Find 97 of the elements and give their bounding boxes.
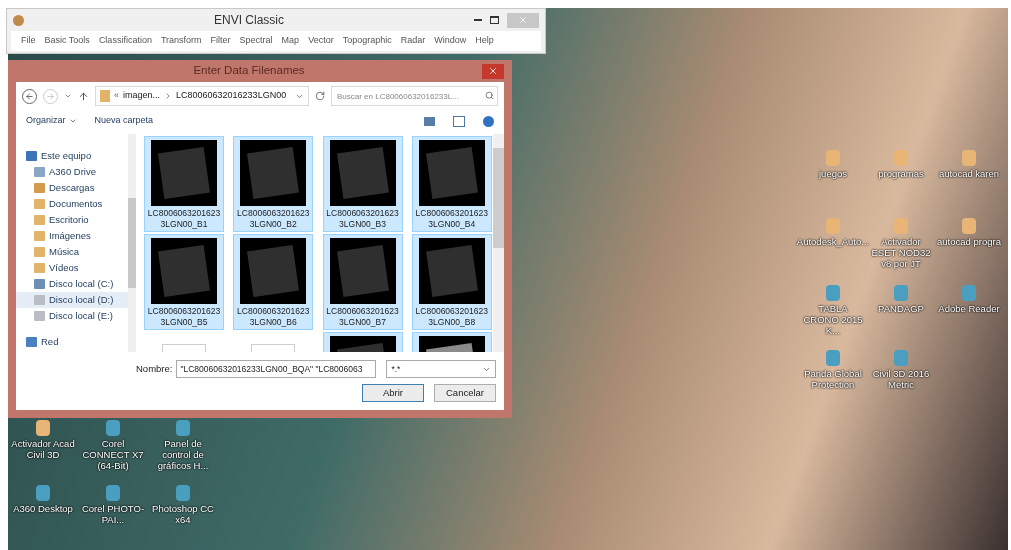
image-thumbnail — [329, 238, 396, 304]
file-tile[interactable]: LC8006063201623 3LGN00_B2 — [233, 136, 314, 232]
new-folder-button[interactable]: Nueva carpeta — [94, 114, 154, 128]
file-name: LC8006063201623 3LGN00_B1 — [146, 208, 222, 230]
file-name: LC8006063201623 3LGN00_B3 — [325, 208, 400, 230]
app-icon[interactable] — [894, 285, 908, 301]
file-tile[interactable]: LC8006063201623 3LGN00_B8 — [411, 234, 492, 330]
app-icon[interactable] — [826, 350, 840, 366]
file-tile[interactable]: LC8006063201623 3LGN00_B7 — [322, 234, 403, 330]
search-field[interactable]: Buscar en LC80060632016233L... — [331, 86, 498, 106]
image-thumbnail — [329, 140, 396, 206]
desktop-icon-label[interactable]: Panel de control de gráficos H... — [150, 438, 216, 471]
overflow-chevron[interactable]: « — [114, 89, 119, 103]
desktop-icon-label[interactable]: Activador Acad Civil 3D — [10, 438, 76, 460]
file-type-dropdown[interactable]: *.* — [386, 360, 496, 378]
file-name: LC8006063201623 3LGN00_B2 — [236, 208, 311, 230]
file-tile[interactable]: LC8006063201623 3LGN00_B3 — [322, 136, 403, 232]
desktop-icon-label[interactable]: Corel PHOTO-PAI... — [80, 503, 146, 525]
refresh-icon[interactable] — [315, 91, 325, 101]
sidebar-item[interactable]: Este equipo — [41, 148, 92, 164]
sidebar-item[interactable]: Disco local (C:) — [49, 276, 114, 292]
sidebar-item[interactable]: Música — [49, 244, 80, 260]
menu-item[interactable]: Topographic — [342, 34, 392, 48]
minimize-button[interactable] — [474, 19, 482, 21]
address-bar[interactable]: « imagen... LC80060632016233LGN00 — [95, 86, 309, 106]
app-icon[interactable] — [176, 420, 190, 436]
caret-icon — [68, 117, 77, 125]
menu-item[interactable]: Vector — [308, 34, 334, 48]
desktop-icon-label[interactable]: Adobe Reader — [938, 303, 1000, 314]
maximize-button[interactable] — [490, 16, 499, 24]
desktop-icon-label[interactable]: Photoshop CC x64 — [150, 503, 216, 525]
image-thumbnail — [240, 140, 307, 206]
menu-item[interactable]: Classification — [98, 34, 152, 48]
close-icon — [488, 66, 498, 76]
image-thumbnail — [151, 140, 217, 206]
file-name: LC8006063201623 3LGN00_B5 — [146, 306, 222, 328]
app-logo-icon — [13, 14, 24, 26]
image-thumbnail — [418, 238, 485, 304]
dialog-title: Enter Data Filenames — [192, 63, 306, 79]
sidebar-item[interactable]: Descargas — [49, 180, 95, 196]
file-name: LC8006063201623 3LGN00_B8 — [414, 306, 489, 328]
search-icon — [485, 91, 494, 100]
file-name: LC8006063201623 3LGN00_B4 — [414, 208, 489, 230]
file-name: LC8006063201623 3LGN00_B6 — [236, 306, 311, 328]
help-icon[interactable] — [483, 115, 494, 127]
desktop-icon-label[interactable]: autocad progra — [937, 236, 1001, 247]
preview-pane-icon[interactable] — [453, 115, 465, 127]
organize-menu[interactable]: Organizar — [26, 114, 77, 128]
app-icon[interactable] — [106, 420, 120, 436]
desktop-icon-label[interactable]: Corel CONNECT X7 (64-Bit) — [80, 438, 146, 471]
sidebar-item[interactable]: Vídeos — [49, 260, 79, 276]
file-name: LC8006063201623 3LGN00_B7 — [325, 306, 400, 328]
window-title: ENVI Classic — [213, 12, 285, 29]
close-icon — [518, 15, 528, 25]
menu-item[interactable]: Map — [281, 34, 300, 48]
menu-item[interactable]: Radar — [400, 34, 426, 48]
image-thumbnail — [240, 238, 307, 304]
sidebar-item[interactable]: Red — [41, 334, 59, 350]
sidebar-item[interactable]: Escritorio — [49, 212, 89, 228]
menu-item[interactable]: Help — [475, 34, 494, 48]
app-icon[interactable] — [176, 485, 190, 501]
desktop-icon-label[interactable]: A360 Desktop — [13, 503, 73, 514]
menu-item[interactable]: Filter — [210, 34, 231, 48]
scrollbar[interactable] — [128, 134, 136, 352]
close-button[interactable] — [482, 63, 504, 79]
sidebar-item[interactable]: Documentos — [49, 196, 103, 212]
breadcrumb[interactable]: imagen... — [123, 89, 161, 103]
left-arrow-icon — [25, 91, 34, 101]
caret-icon[interactable] — [64, 92, 72, 100]
open-button[interactable]: Abrir — [362, 384, 424, 402]
menu-item[interactable]: File — [21, 34, 36, 48]
file-tile[interactable]: LC8006063201623 3LGN00_B5 — [144, 234, 224, 330]
app-icon[interactable] — [36, 485, 50, 501]
right-arrow-icon — [46, 91, 55, 101]
view-icon[interactable] — [424, 116, 435, 126]
file-tile[interactable]: LC8006063201623 3LGN00_B1 — [144, 136, 224, 232]
cancel-button[interactable]: Cancelar — [434, 384, 496, 402]
image-thumbnail — [418, 140, 485, 206]
sidebar-item[interactable]: Imágenes — [49, 228, 91, 244]
file-tile[interactable]: LC8006063201623 3LGN00_B6 — [233, 234, 314, 330]
menu-item[interactable]: Window — [434, 34, 467, 48]
image-thumbnail — [151, 238, 217, 304]
app-icon[interactable] — [962, 285, 976, 301]
app-icon[interactable] — [894, 350, 908, 366]
field-label: Nombre: — [136, 361, 173, 376]
sidebar-item[interactable]: A360 Drive — [49, 164, 96, 180]
scrollbar[interactable] — [493, 134, 504, 352]
filename-field[interactable]: "LC80060632016233LGN00_BQA" "LC8006063 — [176, 360, 377, 378]
menu-item[interactable]: Spectral — [239, 34, 273, 48]
breadcrumb[interactable]: LC80060632016233LGN00 — [176, 89, 287, 103]
sidebar-item[interactable]: Disco local (E:) — [49, 308, 113, 324]
menu-item[interactable]: Basic Tools — [44, 34, 90, 48]
app-icon[interactable] — [826, 285, 840, 301]
up-arrow-icon[interactable] — [78, 90, 89, 102]
file-tile[interactable]: LC8006063201623 3LGN00_B4 — [411, 136, 492, 232]
app-icon[interactable] — [106, 485, 120, 501]
menu-item[interactable]: Transform — [160, 34, 202, 48]
